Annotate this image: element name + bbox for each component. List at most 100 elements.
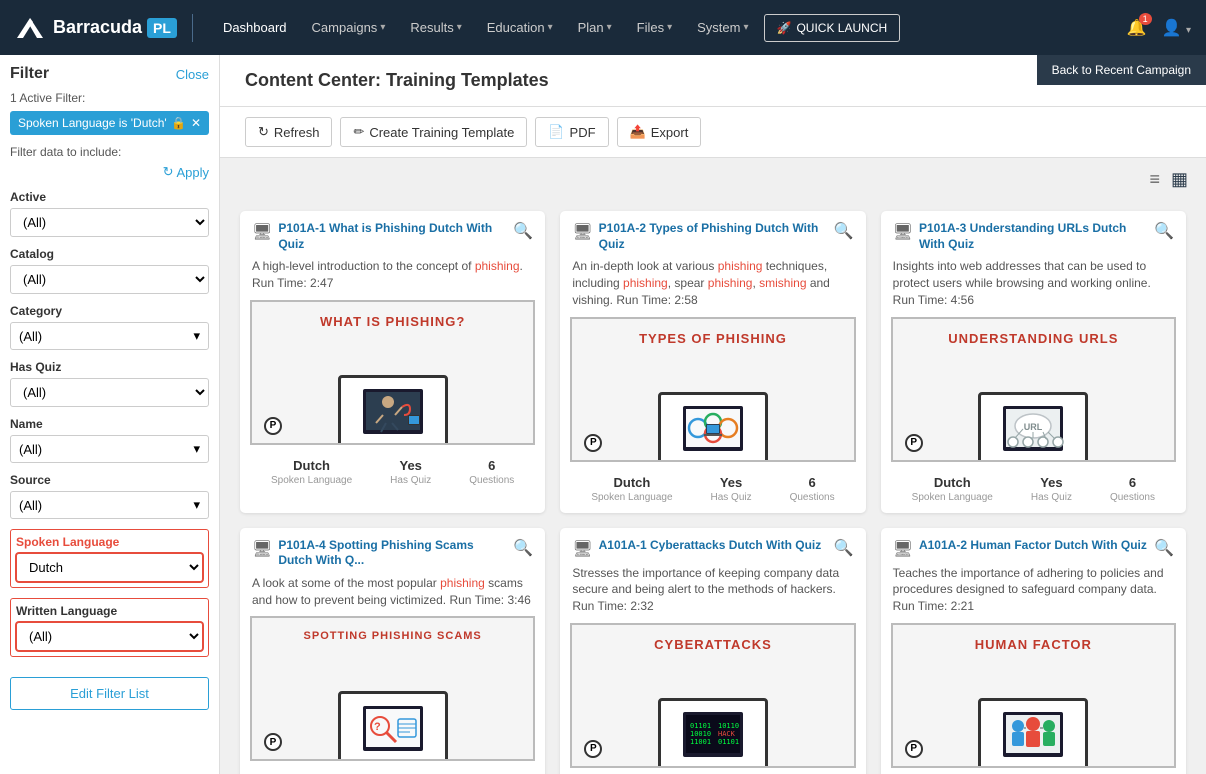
card-p101a-3: 🖥 P101A-3 Understanding URLs Dutch With …	[881, 211, 1186, 513]
zoom-icon-4[interactable]: 🔍	[513, 538, 533, 558]
card-p101a-1: 🖥 P101A-1 What is Phishing Dutch With Qu…	[240, 211, 545, 513]
nav-files[interactable]: Files ▾	[627, 12, 682, 43]
filter-tag-remove-icon[interactable]: ✕	[191, 116, 201, 130]
name-filter-dropdown[interactable]: (All) ▾	[10, 435, 209, 463]
source-dropdown-arrow: ▾	[193, 497, 200, 513]
filter-tag-lock-icon[interactable]: 🔒	[171, 116, 186, 130]
category-filter-dropdown[interactable]: (All) ▾	[10, 322, 209, 350]
monitor-icon-5: 🖥	[572, 539, 592, 559]
notifications-icon[interactable]: 🔔 1	[1127, 18, 1147, 38]
spotting-svg: ?	[358, 704, 428, 759]
active-filter-text: Spoken Language is 'Dutch'	[18, 116, 167, 130]
card-footer-4: Dutch Spoken Language Yes Has Quiz 6 Que…	[240, 766, 545, 774]
pencil-icon: ✏	[353, 124, 364, 140]
pdf-button[interactable]: 📄 PDF	[535, 117, 608, 147]
card-thumbnail-1: WHAT IS PHISHING?	[240, 300, 545, 450]
phishing-person-svg	[358, 387, 428, 442]
filter-apply-button[interactable]: ↻ Apply	[163, 164, 209, 180]
zoom-icon-3[interactable]: 🔍	[1154, 221, 1174, 241]
filter-group-source: Source (All) ▾	[10, 473, 209, 519]
hasquiz-filter-select[interactable]: (All)	[10, 378, 209, 407]
zoom-icon-5[interactable]: 🔍	[834, 538, 854, 558]
back-to-recent-campaign[interactable]: Back to Recent Campaign	[1037, 55, 1206, 85]
filter-close-button[interactable]: Close	[176, 67, 209, 82]
nav-system[interactable]: System ▾	[687, 12, 758, 43]
filter-group-catalog: Catalog (All)	[10, 247, 209, 294]
card-thumbnail-6: HUMAN FACTOR	[881, 623, 1186, 773]
card-title-2: P101A-2 Types of Phishing Dutch With Qui…	[599, 221, 829, 252]
card-p101a-2: 🖥 P101A-2 Types of Phishing Dutch With Q…	[560, 211, 865, 513]
content-area: Content Center: Training Templates ↻ Ref…	[220, 55, 1206, 774]
name-dropdown-arrow: ▾	[193, 441, 200, 457]
monitor-icon-3: 🖥	[893, 222, 913, 242]
card-thumbnail-4: SPOTTING PHISHING SCAMS ?	[240, 616, 545, 766]
card-thumbnail-3: UNDERSTANDING URLS URL	[881, 317, 1186, 467]
system-dropdown-arrow: ▾	[743, 22, 748, 33]
card-thumbnail-2: TYPES OF PHISHING	[560, 317, 865, 467]
monitor-icon-2: 🖥	[572, 222, 592, 242]
category-dropdown-arrow: ▾	[193, 328, 200, 344]
nav-results[interactable]: Results ▾	[400, 12, 471, 43]
source-filter-dropdown[interactable]: (All) ▾	[10, 491, 209, 519]
filter-group-name: Name (All) ▾	[10, 417, 209, 463]
active-filter-select[interactable]: (All)	[10, 208, 209, 237]
zoom-icon-6[interactable]: 🔍	[1154, 538, 1174, 558]
brand-name: Barracuda	[53, 17, 142, 38]
filter-title: Filter	[10, 65, 49, 83]
filter-group-active: Active (All)	[10, 190, 209, 237]
grid-view-button[interactable]: ▦	[1168, 166, 1191, 193]
filter-sidebar: Filter Close 1 Active Filter: Spoken Lan…	[0, 55, 220, 774]
filter-group-written-language: Written Language (All)	[10, 598, 209, 657]
nav-education[interactable]: Education ▾	[477, 12, 563, 43]
filter-group-category: Category (All) ▾	[10, 304, 209, 350]
refresh-button[interactable]: ↻ Refresh	[245, 117, 332, 147]
monitor-visual-3: URL	[978, 392, 1088, 462]
spoken-language-filter-select[interactable]: Dutch (All)	[16, 553, 203, 582]
svg-text:?: ?	[374, 721, 381, 733]
filter-data-label: Filter data to include:	[10, 145, 209, 159]
svg-text:URL: URL	[1024, 422, 1043, 432]
brand-logo-area: Barracuda PL	[15, 14, 193, 42]
export-button[interactable]: 📤 Export	[617, 117, 702, 147]
card-grid: 🖥 P101A-1 What is Phishing Dutch With Qu…	[220, 201, 1206, 774]
list-view-button[interactable]: ≡	[1146, 166, 1163, 193]
card-desc-4: A look at some of the most popular phish…	[240, 575, 545, 617]
monitor-icon-6: 🖥	[893, 539, 913, 559]
card-title-3: P101A-3 Understanding URLs Dutch With Qu…	[919, 221, 1149, 252]
svg-text:10010: 10010	[690, 730, 711, 738]
edit-filter-list-button[interactable]: Edit Filter List	[10, 677, 209, 710]
monitor-visual-4: ?	[338, 691, 448, 761]
campaigns-dropdown-arrow: ▾	[380, 22, 385, 33]
create-training-template-button[interactable]: ✏ Create Training Template	[340, 117, 527, 147]
nav-campaigns[interactable]: Campaigns ▾	[302, 12, 396, 43]
monitor-visual-5: 01101 10010 11001 10110 HACK 01101	[658, 698, 768, 768]
catalog-filter-select[interactable]: (All)	[10, 265, 209, 294]
provider-icon-5: P	[584, 740, 602, 758]
nav-right-actions: 🔔 1 👤 ▾	[1127, 18, 1191, 38]
types-svg	[678, 404, 748, 459]
card-desc-1: A high-level introduction to the concept…	[240, 258, 545, 300]
quick-launch-button[interactable]: 🚀 QUICK LAUNCH	[764, 14, 901, 42]
written-language-filter-select[interactable]: (All)	[16, 622, 203, 651]
zoom-icon-1[interactable]: 🔍	[513, 221, 533, 241]
monitor-icon-4: 🖥	[252, 539, 272, 559]
card-thumbnail-5: CYBERATTACKS 01101 10010 11001	[560, 623, 865, 773]
export-icon: 📤	[630, 124, 646, 140]
nav-plan[interactable]: Plan ▾	[568, 12, 622, 43]
brand-pl: PL	[147, 18, 177, 38]
svg-text:10110: 10110	[718, 722, 739, 730]
files-dropdown-arrow: ▾	[667, 22, 672, 33]
barracuda-logo-icon	[15, 14, 45, 42]
refresh-icon: ↻	[163, 164, 174, 180]
card-desc-6: Teaches the importance of adhering to po…	[881, 565, 1186, 623]
svg-text:01101: 01101	[690, 722, 711, 730]
card-footer-1: Dutch Spoken Language Yes Has Quiz 6 Que…	[240, 450, 545, 496]
user-menu-icon[interactable]: 👤 ▾	[1162, 18, 1191, 38]
active-filter-count: 1 Active Filter:	[10, 91, 209, 105]
monitor-visual-2	[658, 392, 768, 462]
card-desc-5: Stresses the importance of keeping compa…	[560, 565, 865, 623]
zoom-icon-2[interactable]: 🔍	[834, 221, 854, 241]
refresh-btn-icon: ↻	[258, 124, 269, 140]
nav-dashboard[interactable]: Dashboard	[213, 12, 297, 43]
card-title-4: P101A-4 Spotting Phishing Scams Dutch Wi…	[278, 538, 508, 569]
